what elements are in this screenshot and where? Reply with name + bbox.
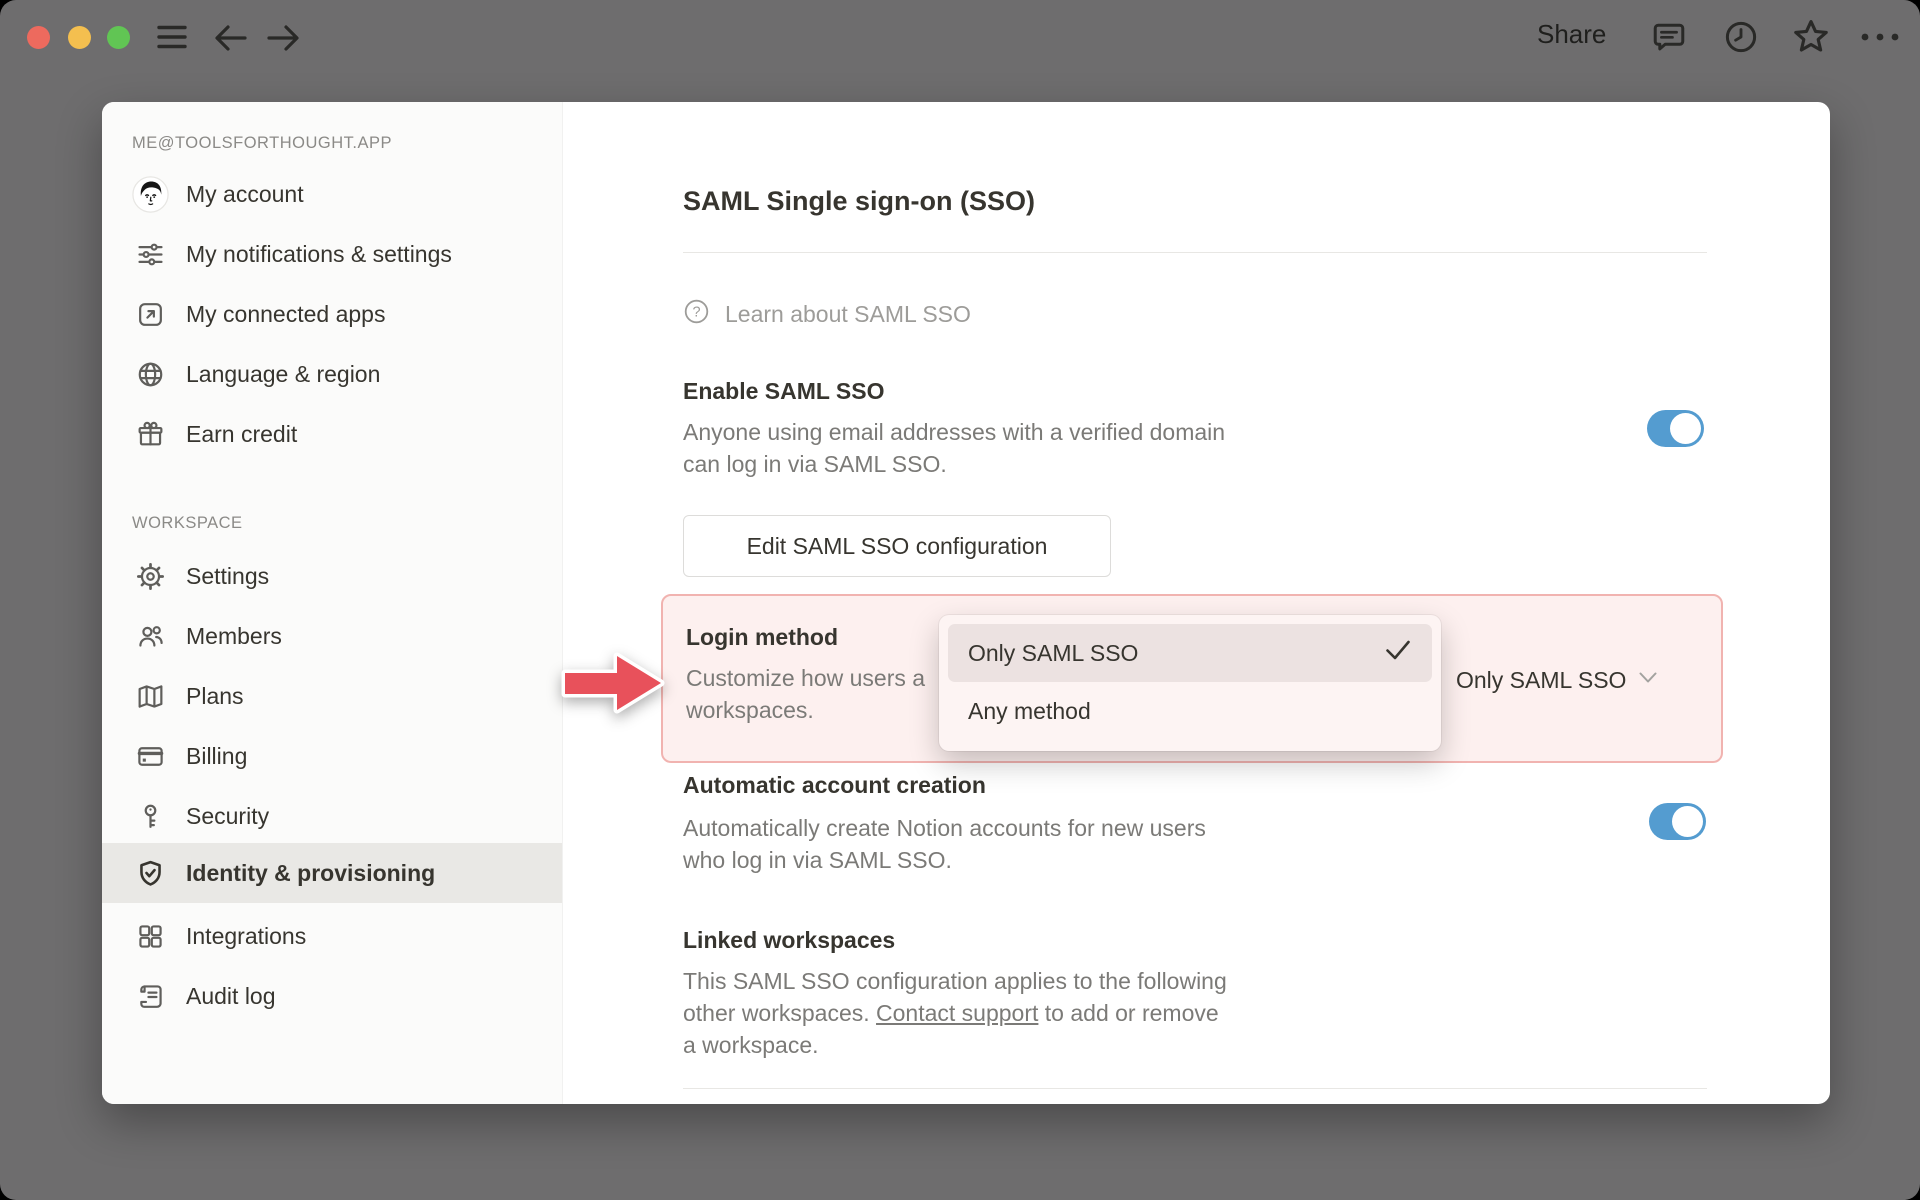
learn-link-label: Learn about SAML SSO (725, 300, 971, 327)
members-people-icon (132, 618, 169, 655)
sidebar-item-label: Members (186, 622, 282, 649)
sidebar-item-label: Settings (186, 562, 270, 589)
dropdown-option-any-method[interactable]: Any method (948, 682, 1432, 740)
sidebar-item-my-account[interactable]: My account (102, 164, 562, 224)
sidebar-item-security[interactable]: Security (102, 786, 562, 846)
sidebar-item-settings[interactable]: Settings (102, 546, 562, 606)
chevron-down-icon (1638, 671, 1658, 689)
sidebar-item-label: My account (186, 180, 304, 207)
sidebar-item-label: Earn credit (186, 420, 298, 447)
close-window-button[interactable] (27, 26, 50, 49)
settings-sidebar: ME@TOOLSFORTHOUGHT.APP My account My not… (102, 102, 563, 1104)
auto-account-description: Automatically create Notion accounts for… (683, 815, 1206, 873)
sidebar-item-notifications-settings[interactable]: My notifications & settings (102, 224, 562, 284)
login-method-select[interactable]: Only SAML SSO (1456, 658, 1658, 702)
login-method-description: Customize how users a workspaces. (686, 665, 926, 723)
share-button[interactable]: Share (1537, 19, 1606, 50)
login-method-dropdown-menu: Only SAML SSO Any method (939, 615, 1441, 751)
sidebar-item-label: Security (186, 802, 270, 829)
comments-icon[interactable] (1650, 18, 1688, 56)
shield-check-icon (132, 855, 169, 892)
user-avatar (132, 175, 169, 213)
gear-icon (132, 558, 169, 595)
bottom-divider (683, 1088, 1707, 1089)
sidebar-item-label: My notifications & settings (186, 240, 452, 267)
enable-saml-toggle[interactable] (1647, 410, 1704, 447)
zoom-window-button[interactable] (107, 26, 130, 49)
favorite-star-icon[interactable] (1790, 16, 1832, 58)
titlebar: Share (0, 0, 1920, 74)
minimize-window-button[interactable] (68, 26, 91, 49)
key-icon (132, 798, 169, 835)
option-label: Only SAML SSO (968, 639, 1139, 666)
sidebar-item-plans[interactable]: Plans (102, 666, 562, 726)
external-link-icon (132, 296, 169, 333)
edit-button-label: Edit SAML SSO configuration (746, 532, 1048, 559)
annotation-arrow-icon (560, 642, 666, 724)
page-title: SAML Single sign-on (SSO) (683, 186, 1036, 216)
credit-card-icon (132, 738, 169, 775)
svg-text:?: ? (692, 305, 700, 321)
edit-saml-config-button[interactable]: Edit SAML SSO configuration (683, 515, 1111, 577)
sidebar-item-label: Language & region (186, 360, 381, 387)
gift-icon (132, 416, 169, 453)
enable-saml-heading: Enable SAML SSO (683, 378, 885, 404)
sidebar-item-connected-apps[interactable]: My connected apps (102, 284, 562, 344)
history-clock-icon[interactable] (1722, 18, 1760, 56)
map-icon (132, 678, 169, 715)
back-arrow-icon[interactable] (212, 22, 250, 54)
option-label: Any method (968, 697, 1091, 724)
sidebar-item-earn-credit[interactable]: Earn credit (102, 404, 562, 464)
sidebar-item-label: Integrations (186, 922, 307, 949)
sidebar-item-members[interactable]: Members (102, 606, 562, 666)
auto-account-heading: Automatic account creation (683, 772, 986, 798)
more-options-ellipsis-icon[interactable] (1858, 30, 1902, 44)
sidebar-item-label: Identity & provisioning (186, 859, 436, 886)
account-email-header: ME@TOOLSFORTHOUGHT.APP (132, 134, 393, 152)
sidebar-item-integrations[interactable]: Integrations (102, 906, 562, 966)
scroll-document-icon (132, 978, 169, 1015)
linked-workspaces-description: This SAML SSO configuration applies to t… (683, 968, 1227, 1058)
sidebar-item-label: Billing (186, 742, 248, 769)
enable-saml-description: Anyone using email addresses with a veri… (683, 419, 1226, 477)
hamburger-menu-icon[interactable] (156, 22, 188, 52)
sidebar-item-label: Plans (186, 682, 244, 709)
desktop: Share ME@TOOLSFORTHOUGHT.APP My account … (0, 0, 1920, 1200)
contact-support-link[interactable]: Contact support (876, 1000, 1038, 1026)
globe-icon (132, 356, 169, 393)
workspace-section-header: WORKSPACE (132, 514, 243, 532)
grid-squares-icon (132, 918, 169, 955)
auto-account-toggle[interactable] (1649, 803, 1706, 840)
sidebar-item-audit-log[interactable]: Audit log (102, 966, 562, 1026)
sidebar-item-billing[interactable]: Billing (102, 726, 562, 786)
title-divider (683, 252, 1707, 253)
linked-workspaces-heading: Linked workspaces (683, 927, 896, 953)
sliders-icon (132, 236, 169, 273)
sidebar-item-identity-provisioning[interactable]: Identity & provisioning (102, 843, 562, 903)
forward-arrow-icon[interactable] (264, 22, 302, 54)
learn-about-saml-link[interactable]: ? Learn about SAML SSO (683, 298, 971, 330)
dropdown-option-only-saml-sso[interactable]: Only SAML SSO (948, 624, 1432, 682)
login-method-selected-value: Only SAML SSO (1456, 666, 1627, 693)
settings-window: ME@TOOLSFORTHOUGHT.APP My account My not… (102, 102, 1830, 1104)
sidebar-item-label: My connected apps (186, 300, 386, 327)
checkmark-icon (1384, 639, 1412, 667)
sidebar-item-label: Audit log (186, 982, 276, 1009)
sidebar-item-language-region[interactable]: Language & region (102, 344, 562, 404)
login-method-heading: Login method (686, 624, 839, 650)
help-question-icon: ? (683, 298, 710, 330)
